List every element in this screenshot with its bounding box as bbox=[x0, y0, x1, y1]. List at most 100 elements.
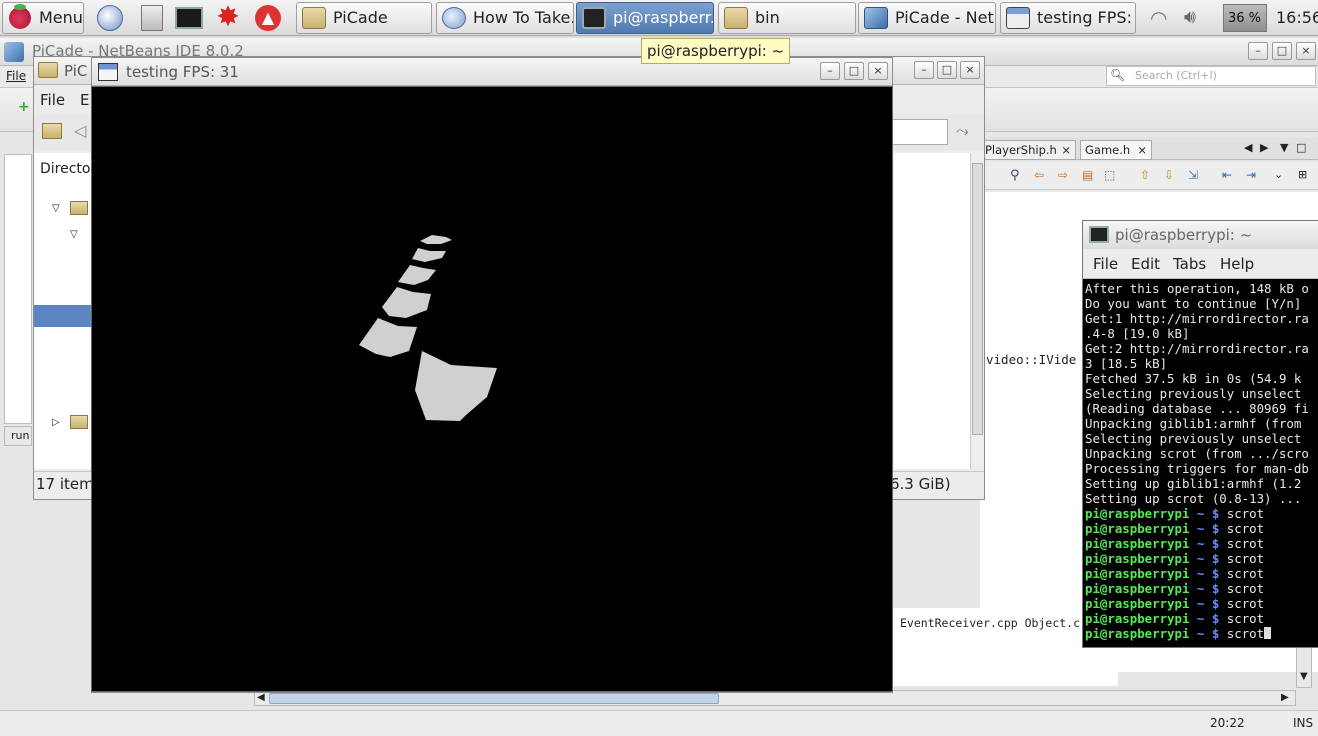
scroll-right-icon[interactable]: ▶ bbox=[1281, 692, 1289, 703]
terminal-icon bbox=[1089, 226, 1109, 243]
prompt-symbol: $ bbox=[1211, 626, 1220, 641]
status-position: 20:22 bbox=[1210, 716, 1245, 730]
minimize-button[interactable]: – bbox=[914, 61, 934, 79]
volume-icon[interactable]: 🔊︎ bbox=[1184, 6, 1196, 28]
taskbar-window-button[interactable]: PiCade - Net... bbox=[858, 2, 996, 34]
menu-button[interactable]: Menu bbox=[2, 2, 84, 34]
terminal-output[interactable]: After this operation, 148 kB o Do you wan… bbox=[1085, 281, 1318, 647]
taskbar-window-button[interactable]: pi@raspberr... bbox=[576, 2, 714, 34]
tab-list-icon[interactable]: ▼ bbox=[1280, 141, 1288, 154]
expand-icon[interactable]: ▽ bbox=[52, 203, 60, 214]
menu-tabs[interactable]: Tabs bbox=[1173, 255, 1206, 273]
mathematica-icon[interactable]: ✸ bbox=[212, 2, 244, 34]
run-tab[interactable]: run bbox=[4, 426, 32, 446]
terminal-titlebar: pi@raspberrypi: ~ bbox=[1083, 221, 1318, 249]
selected-tree-item[interactable] bbox=[34, 305, 94, 327]
status-insert-mode: INS bbox=[1293, 716, 1314, 730]
scroll-left-icon[interactable]: ◀ bbox=[257, 692, 265, 703]
prompt-path: ~ bbox=[1196, 596, 1205, 611]
toggle-bookmark-icon[interactable]: ⇲ bbox=[1188, 168, 1198, 182]
menu-help[interactable]: Help bbox=[1220, 255, 1254, 273]
next-occurrence-icon[interactable]: ⇨ bbox=[1058, 168, 1068, 182]
prompt-symbol: $ bbox=[1211, 506, 1220, 521]
command-text: scrot bbox=[1226, 581, 1265, 596]
terminal-launcher-icon[interactable] bbox=[172, 2, 204, 34]
command-text: scrot bbox=[1226, 626, 1265, 641]
restore-window-icon[interactable]: □ bbox=[1296, 141, 1306, 154]
folder-icon[interactable] bbox=[70, 415, 88, 429]
find-icon[interactable]: ⚲ bbox=[1010, 168, 1020, 183]
game-canvas[interactable] bbox=[91, 86, 893, 692]
prev-occurrence-icon[interactable]: ⇦ bbox=[1034, 168, 1044, 182]
expand-icon[interactable]: ▽ bbox=[70, 229, 78, 240]
prompt-user: pi@raspberrypi bbox=[1085, 506, 1190, 521]
window-icon bbox=[1006, 7, 1030, 29]
menu-file[interactable]: File bbox=[40, 91, 65, 109]
scroll-thumb[interactable] bbox=[269, 693, 719, 704]
terminal-line: Unpacking giblib1:armhf (from bbox=[1085, 416, 1302, 431]
taskbar-window-button[interactable]: bin bbox=[718, 2, 856, 34]
menu-edit[interactable]: E bbox=[80, 91, 89, 109]
new-project-icon[interactable]: + bbox=[18, 100, 32, 114]
close-icon[interactable]: × bbox=[1061, 141, 1071, 159]
terminal-line: Processing triggers for man-db bbox=[1085, 461, 1309, 476]
menu-file[interactable]: File bbox=[1093, 255, 1118, 273]
shift-right-icon[interactable]: ⇥ bbox=[1246, 168, 1256, 182]
prompt-symbol: $ bbox=[1211, 566, 1220, 581]
back-icon[interactable]: ◁ bbox=[74, 121, 86, 140]
terminal-line: (Reading database ... 80969 fi bbox=[1085, 401, 1309, 416]
wifi-icon[interactable]: ◠ bbox=[1150, 6, 1167, 30]
wolfram-icon[interactable]: ▲ bbox=[252, 2, 284, 34]
file-list[interactable] bbox=[894, 153, 974, 469]
more-toolbar-icon[interactable]: ⌄ bbox=[1274, 168, 1283, 181]
search-box[interactable]: 🔍︎ Search (Ctrl+I) bbox=[1106, 66, 1316, 86]
maximize-button[interactable]: □ bbox=[937, 61, 957, 79]
collapse-icon[interactable]: ▷ bbox=[52, 417, 60, 428]
new-folder-icon[interactable] bbox=[42, 123, 62, 139]
tab-game-h[interactable]: Game.h × bbox=[1080, 140, 1152, 160]
ship-polygon bbox=[420, 235, 452, 244]
tab-playership[interactable]: PlayerShip.h × bbox=[980, 140, 1076, 160]
raspberry-leaf-icon bbox=[14, 4, 26, 10]
menu-file[interactable]: File bbox=[6, 69, 26, 83]
folder-icon bbox=[302, 7, 326, 29]
close-icon[interactable]: × bbox=[1137, 141, 1147, 159]
prev-bookmark-icon[interactable]: ⇧ bbox=[1140, 168, 1150, 182]
editor-toolbar: ⚲ ⇦ ⇨ ▤ ⬚ ⇧ ⇩ ⇲ ⇤ ⇥ ⌄ ⊞ bbox=[980, 162, 1318, 190]
toggle-highlight-icon[interactable]: ▤ bbox=[1082, 168, 1093, 182]
scroll-thumb[interactable] bbox=[972, 163, 983, 435]
split-icon[interactable]: ⊞ bbox=[1298, 168, 1307, 181]
folder-icon[interactable] bbox=[70, 201, 88, 215]
shift-left-icon[interactable]: ⇤ bbox=[1222, 168, 1232, 182]
minimize-button[interactable]: – bbox=[820, 62, 840, 80]
prompt-user: pi@raspberrypi bbox=[1085, 611, 1190, 626]
menu-edit[interactable]: Edit bbox=[1131, 255, 1160, 273]
ship-polygon bbox=[382, 287, 431, 318]
rect-select-icon[interactable]: ⬚ bbox=[1104, 168, 1115, 182]
close-button[interactable]: × bbox=[1296, 42, 1316, 60]
tab-right-arrow-icon[interactable]: ▶ bbox=[1260, 141, 1268, 154]
close-button[interactable]: × bbox=[960, 61, 980, 79]
close-button[interactable]: × bbox=[868, 62, 888, 80]
prompt-path: ~ bbox=[1196, 626, 1205, 641]
web-browser-icon[interactable] bbox=[94, 2, 126, 34]
minimize-button[interactable]: – bbox=[1248, 42, 1268, 60]
file-list-vscroll[interactable] bbox=[970, 153, 984, 469]
prompt-path: ~ bbox=[1196, 611, 1205, 626]
tab-left-arrow-icon[interactable]: ◀ bbox=[1244, 141, 1252, 154]
maximize-button[interactable]: □ bbox=[844, 62, 864, 80]
output-vscroll[interactable]: ▼ bbox=[1296, 644, 1312, 688]
scroll-down-icon[interactable]: ▼ bbox=[1300, 671, 1308, 682]
path-field[interactable] bbox=[892, 119, 948, 145]
taskbar-window-button[interactable]: PiCade bbox=[296, 2, 432, 34]
go-icon[interactable]: ⤳ bbox=[956, 121, 969, 141]
prompt-path: ~ bbox=[1196, 521, 1205, 536]
taskbar-window-button[interactable]: How To Take... bbox=[436, 2, 574, 34]
file-manager-icon[interactable] bbox=[136, 2, 168, 34]
next-bookmark-icon[interactable]: ⇩ bbox=[1164, 168, 1174, 182]
taskbar-window-button[interactable]: testing FPS: ... bbox=[1000, 2, 1136, 34]
tooltip: pi@raspberrypi: ~ bbox=[641, 38, 791, 64]
menu-label: Menu bbox=[39, 8, 83, 27]
taskbar-window-label: PiCade - Net... bbox=[895, 8, 995, 27]
maximize-button[interactable]: □ bbox=[1272, 42, 1292, 60]
